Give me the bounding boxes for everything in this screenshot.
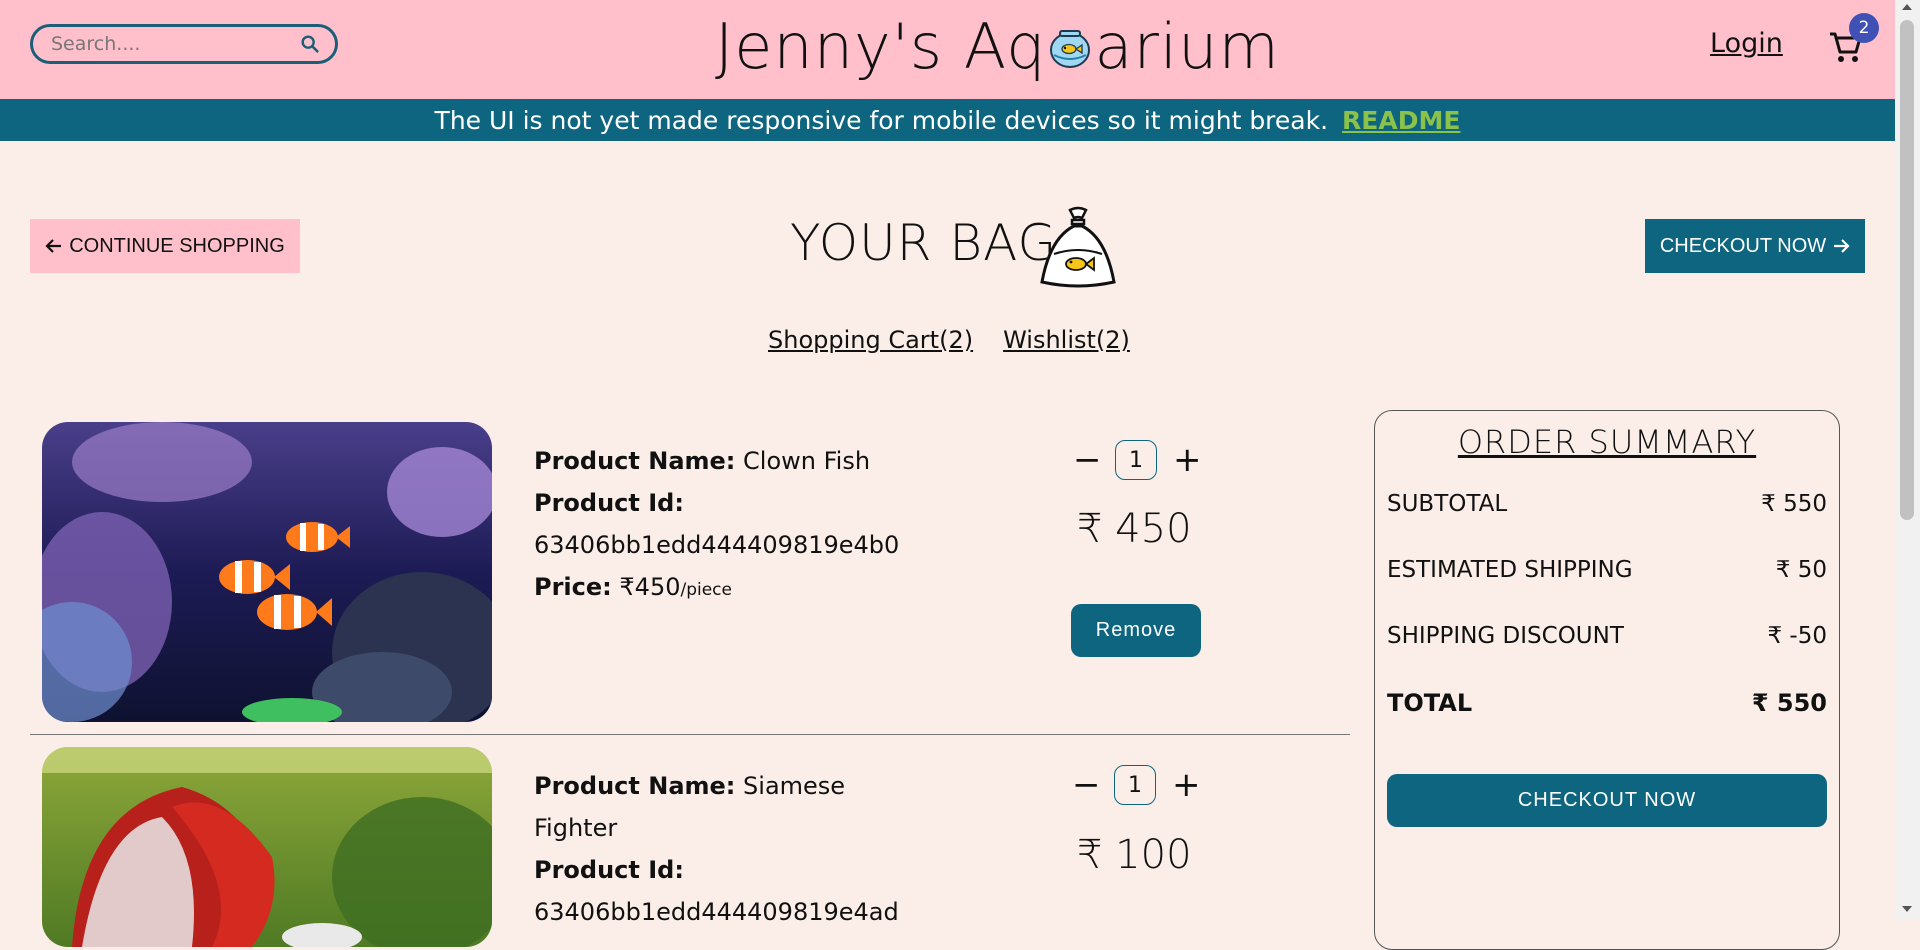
- search-icon[interactable]: [299, 33, 321, 55]
- quantity-stepper[interactable]: − 1 +: [1073, 440, 1202, 480]
- discount-value: ₹ -50: [1767, 623, 1827, 649]
- arrow-right-icon: [1834, 239, 1850, 253]
- checkout-now-button[interactable]: CHECKOUT NOW: [1387, 774, 1827, 827]
- navbar: Jenny's Aq arium Login 2: [0, 0, 1895, 99]
- checkout-now-top-button[interactable]: CHECKOUT NOW: [1645, 219, 1865, 273]
- page-scrollbar[interactable]: [1895, 0, 1920, 919]
- product-image-clown-fish: [42, 422, 492, 722]
- item-total-price: ₹ 100: [1077, 832, 1192, 878]
- minus-icon[interactable]: −: [1072, 768, 1101, 802]
- price-label: Price:: [534, 573, 612, 601]
- remove-button[interactable]: Remove: [1071, 604, 1201, 657]
- arrow-left-icon: [45, 239, 62, 253]
- readme-link[interactable]: README: [1342, 106, 1460, 135]
- banner-message: The UI is not yet made responsive for mo…: [434, 105, 1329, 135]
- bag-tabs: Shopping Cart(2) Wishlist(2): [768, 326, 1130, 354]
- tab-wishlist[interactable]: Wishlist(2): [1003, 326, 1130, 354]
- product-details-clown-fish: Product Name: Clown Fish Product Id: 634…: [534, 440, 934, 611]
- shipping-row: ESTIMATED SHIPPING ₹ 50: [1387, 557, 1827, 583]
- plus-icon[interactable]: +: [1173, 443, 1202, 477]
- search-input[interactable]: [49, 32, 299, 56]
- item-total-price: ₹ 450: [1077, 506, 1192, 552]
- shipping-value: ₹ 50: [1775, 557, 1827, 583]
- scrollbar-thumb[interactable]: [1900, 20, 1914, 520]
- quantity-value: 1: [1114, 765, 1156, 805]
- price-unit: /piece: [680, 580, 732, 600]
- minus-icon[interactable]: −: [1073, 443, 1102, 477]
- subtotal-label: SUBTOTAL: [1387, 491, 1508, 517]
- discount-row: SHIPPING DISCOUNT ₹ -50: [1387, 623, 1827, 649]
- scroll-up-arrow[interactable]: [1902, 4, 1912, 10]
- subtotal-value: ₹ 550: [1761, 491, 1827, 517]
- product-name-label: Product Name:: [534, 447, 736, 475]
- checkout-top-label: CHECKOUT NOW: [1659, 234, 1827, 257]
- cart-count-badge: 2: [1849, 13, 1879, 43]
- order-summary-title: ORDER SUMMARY: [1457, 423, 1757, 461]
- product-name: Clown Fish: [743, 447, 871, 475]
- site-logo[interactable]: Jenny's Aq arium: [715, 10, 1280, 83]
- scroll-down-arrow[interactable]: [1902, 906, 1912, 912]
- product-id: 63406bb1edd444409819e4b0: [534, 531, 900, 559]
- continue-shopping-button[interactable]: CONTINUE SHOPPING: [30, 219, 300, 273]
- logo-text-left: Jenny's Aq: [715, 10, 1047, 83]
- product-name-row: Product Name: Siamese Fighter: [534, 765, 864, 849]
- logo-text-right: arium: [1094, 10, 1280, 83]
- product-details-siamese-fighter: Product Name: Siamese Fighter Product Id…: [534, 765, 899, 933]
- shipping-label: ESTIMATED SHIPPING: [1387, 557, 1633, 583]
- subtotal-row: SUBTOTAL ₹ 550: [1387, 491, 1827, 517]
- product-image-siamese-fighter: [42, 747, 492, 947]
- product-id: 63406bb1edd444409819e4ad: [534, 898, 899, 926]
- product-id-label: Product Id:: [534, 489, 684, 517]
- page-title: YOUR BAG: [790, 214, 1058, 272]
- notice-banner: The UI is not yet made responsive for mo…: [0, 99, 1895, 141]
- plus-icon[interactable]: +: [1172, 768, 1201, 802]
- continue-shopping-label: CONTINUE SHOPPING: [69, 234, 285, 257]
- product-price-row: Price: ₹450/piece: [534, 566, 934, 611]
- product-name-row: Product Name: Clown Fish: [534, 440, 934, 482]
- order-summary: ORDER SUMMARY SUBTOTAL ₹ 550 ESTIMATED S…: [1374, 410, 1840, 950]
- product-name-label: Product Name:: [534, 772, 736, 800]
- quantity-value: 1: [1115, 440, 1157, 480]
- product-id-label: Product Id:: [534, 856, 684, 884]
- quantity-stepper[interactable]: − 1 +: [1072, 765, 1201, 805]
- total-label: TOTAL: [1387, 689, 1473, 717]
- tab-shopping-cart[interactable]: Shopping Cart(2): [768, 326, 973, 354]
- item-divider: [30, 734, 1350, 735]
- fishbowl-icon: [1050, 29, 1091, 68]
- login-link[interactable]: Login: [1710, 28, 1783, 59]
- unit-price: ₹450: [619, 573, 681, 601]
- total-value: ₹ 550: [1751, 689, 1827, 717]
- search-bar[interactable]: [30, 24, 338, 64]
- discount-label: SHIPPING DISCOUNT: [1387, 623, 1624, 649]
- total-row: TOTAL ₹ 550: [1387, 689, 1827, 717]
- fish-bag-icon: [1040, 206, 1116, 288]
